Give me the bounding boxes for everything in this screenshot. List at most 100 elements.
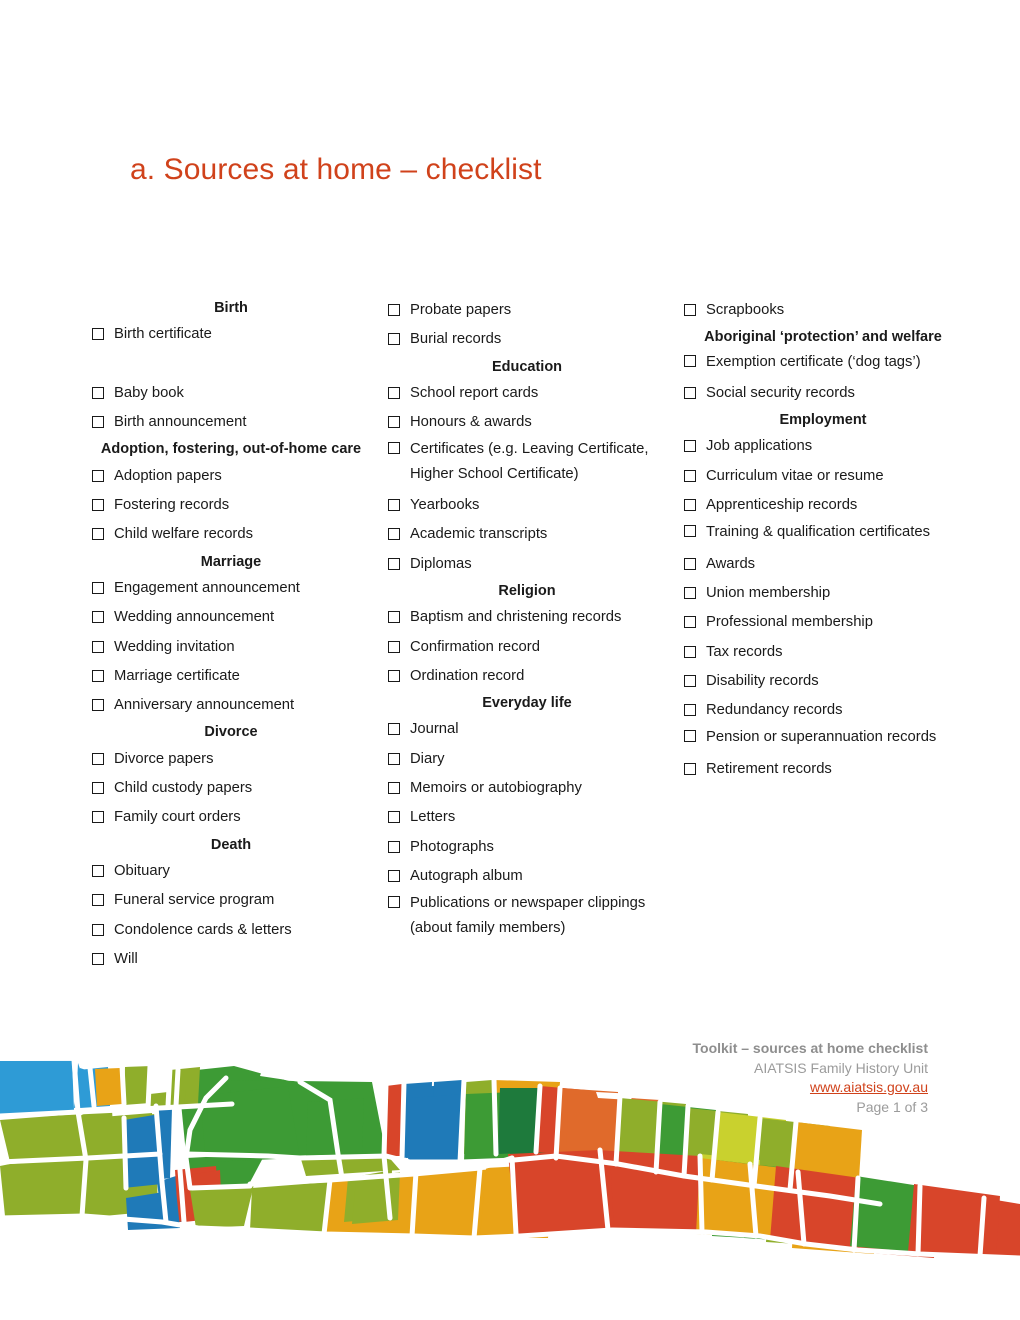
checklist-item[interactable]: Union membership (684, 579, 962, 608)
checkbox-icon[interactable] (388, 833, 401, 862)
checkbox-icon[interactable] (684, 520, 697, 544)
checkbox-icon[interactable] (684, 608, 697, 637)
checkbox-icon[interactable] (92, 408, 105, 437)
checkbox-icon[interactable] (684, 462, 697, 491)
checklist-item[interactable]: Disability records (684, 667, 962, 696)
checklist-item[interactable]: Letters (388, 803, 666, 832)
checkbox-icon[interactable] (684, 755, 697, 784)
checklist-item[interactable]: Training & qualification certificates (684, 520, 962, 549)
checklist-item[interactable]: Burial records (388, 325, 666, 354)
checklist-item[interactable]: Wedding invitation (92, 633, 370, 662)
checklist-item[interactable]: Confirmation record (388, 633, 666, 662)
checkbox-icon[interactable] (684, 667, 697, 696)
checklist-item[interactable]: Scrapbooks (684, 296, 962, 325)
checkbox-icon[interactable] (388, 550, 401, 579)
checkbox-icon[interactable] (92, 916, 105, 945)
checkbox-icon[interactable] (92, 945, 105, 974)
checklist-item[interactable]: Memoirs or autobiography (388, 774, 666, 803)
checkbox-icon[interactable] (684, 579, 697, 608)
checklist-item[interactable]: Professional membership (684, 608, 962, 637)
checklist-item[interactable]: Obituary (92, 857, 370, 886)
checkbox-icon[interactable] (684, 350, 697, 374)
checklist-item[interactable]: Diplomas (388, 550, 666, 579)
checkbox-icon[interactable] (92, 662, 105, 691)
checklist-item[interactable]: Condolence cards & letters (92, 916, 370, 945)
checkbox-icon[interactable] (388, 803, 401, 832)
checklist-item[interactable]: Pension or superannuation records (684, 725, 962, 754)
checklist-item[interactable]: Marriage certificate (92, 662, 370, 691)
checkbox-icon[interactable] (684, 432, 697, 461)
checkbox-icon[interactable] (684, 638, 697, 667)
checkbox-icon[interactable] (684, 696, 697, 725)
checkbox-icon[interactable] (92, 857, 105, 886)
checkbox-icon[interactable] (92, 462, 105, 491)
checklist-item[interactable]: Ordination record (388, 662, 666, 691)
checkbox-icon[interactable] (92, 520, 105, 549)
checkbox-icon[interactable] (388, 862, 401, 891)
checklist-item[interactable]: Divorce papers (92, 745, 370, 774)
checkbox-icon[interactable] (388, 633, 401, 662)
checklist-item[interactable]: Anniversary announcement (92, 691, 370, 720)
checklist-item[interactable]: Apprenticeship records (684, 491, 962, 520)
checkbox-icon[interactable] (388, 296, 401, 325)
checklist-item[interactable]: Diary (388, 745, 666, 774)
checkbox-icon[interactable] (388, 891, 401, 915)
checkbox-icon[interactable] (388, 603, 401, 632)
checkbox-icon[interactable] (684, 725, 697, 749)
checklist-item[interactable]: Journal (388, 715, 666, 744)
aiatsis-website-link[interactable]: www.aiatsis.gov.au (810, 1078, 928, 1098)
checklist-item[interactable]: School report cards (388, 379, 666, 408)
checklist-item[interactable]: Fostering records (92, 491, 370, 520)
checklist-item[interactable]: Wedding announcement (92, 603, 370, 632)
checkbox-icon[interactable] (388, 379, 401, 408)
checkbox-icon[interactable] (92, 803, 105, 832)
checklist-item[interactable]: Adoption papers (92, 462, 370, 491)
checklist-item[interactable]: Child custody papers (92, 774, 370, 803)
checkbox-icon[interactable] (388, 774, 401, 803)
checklist-item[interactable]: Curriculum vitae or resume (684, 462, 962, 491)
checkbox-icon[interactable] (388, 662, 401, 691)
checklist-item[interactable]: Birth announcement (92, 408, 370, 437)
checklist-item[interactable]: Funeral service program (92, 886, 370, 915)
checklist-item[interactable]: Probate papers (388, 296, 666, 325)
checklist-item[interactable]: Honours & awards (388, 408, 666, 437)
checklist-item[interactable]: Retirement records (684, 755, 962, 784)
checkbox-icon[interactable] (92, 745, 105, 774)
checklist-item[interactable]: Tax records (684, 638, 962, 667)
checkbox-icon[interactable] (388, 715, 401, 744)
checkbox-icon[interactable] (388, 325, 401, 354)
checkbox-icon[interactable] (92, 491, 105, 520)
checklist-item[interactable]: Exemption certificate (‘dog tags’) (684, 350, 962, 379)
checklist-item[interactable]: Certificates (e.g. Leaving Certificate, … (388, 437, 666, 491)
checklist-item[interactable]: Engagement announcement (92, 574, 370, 603)
checkbox-icon[interactable] (92, 774, 105, 803)
checklist-item[interactable]: Birth certificate (92, 320, 370, 349)
checkbox-icon[interactable] (684, 296, 697, 325)
checklist-item[interactable]: Job applications (684, 432, 962, 461)
checkbox-icon[interactable] (684, 550, 697, 579)
checkbox-icon[interactable] (388, 520, 401, 549)
checklist-item[interactable]: Child welfare records (92, 520, 370, 549)
checklist-item[interactable]: Family court orders (92, 803, 370, 832)
checkbox-icon[interactable] (388, 437, 401, 461)
checklist-item[interactable]: Autograph album (388, 862, 666, 891)
checkbox-icon[interactable] (92, 691, 105, 720)
checklist-item[interactable]: Photographs (388, 833, 666, 862)
checklist-item[interactable]: Baptism and christening records (388, 603, 666, 632)
checklist-item[interactable]: Publications or newspaper clippings (abo… (388, 891, 666, 945)
checkbox-icon[interactable] (92, 379, 105, 408)
checkbox-icon[interactable] (388, 408, 401, 437)
checklist-item[interactable]: Baby book (92, 379, 370, 408)
checkbox-icon[interactable] (92, 603, 105, 632)
checklist-item[interactable]: Academic transcripts (388, 520, 666, 549)
checkbox-icon[interactable] (92, 574, 105, 603)
checklist-item[interactable]: Yearbooks (388, 491, 666, 520)
checkbox-icon[interactable] (92, 633, 105, 662)
checklist-item[interactable]: Awards (684, 550, 962, 579)
checkbox-icon[interactable] (92, 886, 105, 915)
checkbox-icon[interactable] (388, 491, 401, 520)
checklist-item[interactable]: Will (92, 945, 370, 974)
checkbox-icon[interactable] (92, 320, 105, 349)
checklist-item[interactable]: Redundancy records (684, 696, 962, 725)
checklist-item[interactable]: Social security records (684, 379, 962, 408)
